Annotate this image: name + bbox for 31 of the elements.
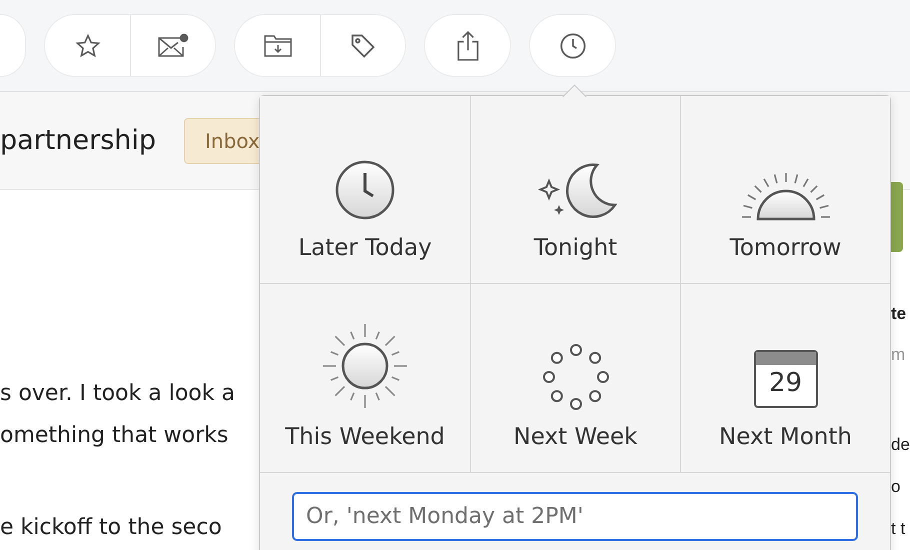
snooze-option[interactable]: Later Today xyxy=(260,96,471,284)
envelope-icon xyxy=(157,32,189,58)
clock-button[interactable] xyxy=(530,15,615,76)
snooze-time-input[interactable]: Or, 'next Monday at 2PM' xyxy=(292,492,858,541)
email-body-text: omething that works xyxy=(0,422,230,450)
side-heading: te xyxy=(891,303,908,325)
snooze-option[interactable]: Next Week xyxy=(471,284,681,473)
calendar-day: 29 xyxy=(768,365,802,401)
side-text: de xyxy=(891,434,910,456)
snooze-option[interactable]: 29 Next Month xyxy=(681,284,890,473)
calendar-header xyxy=(756,352,816,365)
share-icon xyxy=(454,30,480,62)
clock-icon xyxy=(558,32,586,60)
clock-icon xyxy=(334,159,396,221)
side-meta-text: m xyxy=(891,344,906,366)
folder-icon xyxy=(262,32,292,58)
snooze-option[interactable]: Tomorrow xyxy=(681,96,890,284)
star-icon xyxy=(74,32,100,58)
side-text: t t xyxy=(891,518,906,540)
dotted-circle-icon xyxy=(542,344,608,410)
tag-button[interactable] xyxy=(320,15,405,76)
snooze-option[interactable]: This Weekend xyxy=(260,284,471,473)
sun-icon xyxy=(321,322,409,410)
email-subject: partnership xyxy=(0,125,156,156)
email-body-text: e kickoff to the seco xyxy=(0,515,223,541)
share-button[interactable] xyxy=(425,15,510,76)
email-body-text: s over. I took a look a xyxy=(0,380,236,408)
mail-button[interactable] xyxy=(130,15,215,76)
tag-icon xyxy=(349,32,377,60)
snooze-option[interactable]: Tonight xyxy=(471,96,681,284)
side-text: o xyxy=(891,476,902,498)
